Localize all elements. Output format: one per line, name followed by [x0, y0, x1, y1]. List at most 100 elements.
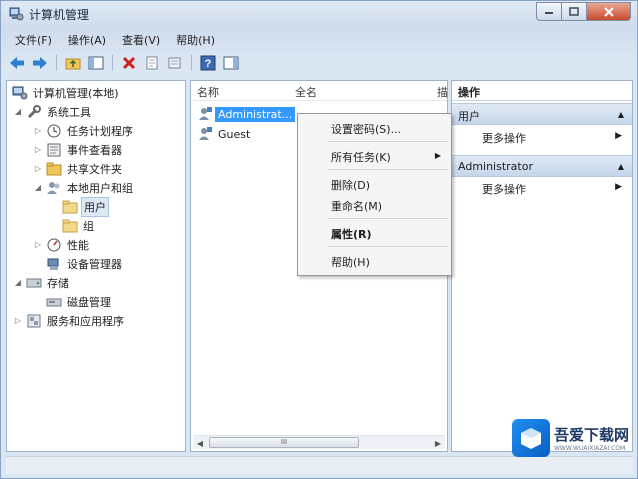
services-icon [26, 313, 42, 329]
tree-item-task-scheduler[interactable]: ▷ 任务计划程序 [33, 121, 135, 140]
toolbar: ? [7, 52, 241, 74]
performance-icon [46, 237, 62, 253]
show-action-pane-icon[interactable] [221, 53, 241, 73]
storage-icon [26, 275, 42, 291]
menu-properties[interactable]: 属性(R) [298, 223, 451, 243]
watermark: 吾爱下载网 WWW.WUAIXIAZAI.COM [512, 418, 634, 458]
submenu-arrow-icon: ▶ [615, 182, 622, 192]
user-name: Guest [218, 127, 251, 141]
expand-triangle-icon[interactable]: ▷ [33, 164, 43, 173]
maximize-button[interactable] [562, 2, 587, 21]
expand-triangle-icon[interactable]: ▷ [13, 316, 23, 325]
menu-view[interactable]: 查看(V) [114, 31, 168, 49]
tree-item-storage[interactable]: ◢ 存储 [13, 273, 71, 292]
menu-action[interactable]: 操作(A) [60, 31, 114, 49]
watermark-url: WWW.WUAIXIAZAI.COM [554, 445, 626, 452]
toolbar-separator [112, 55, 113, 71]
menu-all-tasks[interactable]: 所有任务(K) ▶ [298, 146, 451, 166]
expand-triangle-icon[interactable]: ▷ [33, 145, 43, 154]
tree-item-groups[interactable]: 组 [59, 216, 96, 235]
folder-icon [62, 218, 78, 234]
shared-folder-icon [46, 161, 62, 177]
tree-item-shared-folders[interactable]: ▷ 共享文件夹 [33, 159, 124, 178]
menu-rename[interactable]: 重命名(M) [298, 195, 451, 215]
computer-management-icon [12, 85, 28, 101]
collapse-triangle-icon[interactable]: ◢ [13, 278, 23, 287]
toolbar-separator [191, 55, 192, 71]
submenu-arrow-icon: ▶ [434, 151, 441, 160]
window-controls [536, 2, 631, 21]
minimize-button[interactable] [536, 2, 562, 21]
list-row-administrator[interactable]: Administrat... [195, 105, 296, 123]
up-folder-icon[interactable] [63, 53, 83, 73]
collapse-triangle-icon[interactable]: ◢ [33, 183, 43, 192]
collapse-triangle-icon[interactable]: ◢ [13, 107, 23, 116]
tree-item-users[interactable]: 用户 [59, 196, 109, 217]
disk-icon [46, 294, 62, 310]
tree-item-performance[interactable]: ▷ 性能 [33, 235, 91, 254]
menu-separator [328, 169, 448, 170]
event-viewer-icon [46, 142, 62, 158]
watermark-logo [512, 419, 550, 457]
menu-file[interactable]: 文件(F) [7, 31, 60, 49]
tree-item-local-users-groups[interactable]: ◢ 本地用户和组 [33, 178, 135, 197]
watermark-title: 吾爱下载网 [554, 426, 630, 444]
forward-arrow-icon[interactable] [30, 53, 50, 73]
help-icon[interactable]: ? [198, 53, 218, 73]
column-name[interactable]: 名称 [197, 84, 219, 100]
close-button[interactable] [587, 2, 631, 21]
export-list-icon[interactable] [165, 53, 185, 73]
menu-set-password[interactable]: 设置密码(S)... [298, 118, 451, 138]
menu-separator [328, 246, 448, 247]
submenu-arrow-icon: ▶ [615, 131, 622, 141]
action-section-users[interactable]: 用户 ▲ [452, 103, 632, 125]
action-more-actions-administrator[interactable]: 更多操作 ▶ [452, 178, 632, 198]
tree-item-system-tools[interactable]: ◢ 系统工具 [13, 102, 93, 121]
menu-bar: 文件(F) 操作(A) 查看(V) 帮助(H) [7, 31, 223, 49]
tree-item-device-manager[interactable]: 设备管理器 [43, 254, 124, 273]
toolbar-separator [56, 55, 57, 71]
menu-delete[interactable]: 删除(D) [298, 174, 451, 194]
show-hide-tree-icon[interactable] [86, 53, 106, 73]
list-row-guest[interactable]: Guest [195, 125, 253, 143]
users-icon [46, 180, 62, 196]
computer-management-icon [8, 6, 24, 22]
expand-triangle-icon[interactable]: ▷ [33, 240, 43, 249]
clock-icon [46, 123, 62, 139]
tree-item-disk-management[interactable]: 磁盘管理 [43, 292, 113, 311]
column-full-name[interactable]: 全名 [295, 84, 317, 100]
scroll-left-arrow-icon[interactable]: ◀ [193, 436, 207, 450]
tree-item-event-viewer[interactable]: ▷ 事件查看器 [33, 140, 124, 159]
scroll-thumb[interactable]: III [209, 437, 359, 448]
tree-item-services-apps[interactable]: ▷ 服务和应用程序 [13, 311, 126, 330]
console-tree[interactable]: 计算机管理(本地) ◢ 系统工具 ▷ 任务计划程序 ▷ 事件查看器 ▷ 共享文件… [6, 80, 186, 452]
context-menu: 设置密码(S)... 所有任务(K) ▶ 删除(D) 重命名(M) 属性(R) … [297, 113, 452, 276]
tree-item-root[interactable]: 计算机管理(本地) [9, 83, 121, 102]
user-name: Administrat... [215, 106, 296, 122]
device-manager-icon [46, 256, 62, 272]
delete-icon[interactable] [119, 53, 139, 73]
action-pane-title: 操作 [452, 81, 632, 101]
menu-help[interactable]: 帮助(H) [168, 31, 223, 49]
horizontal-scrollbar[interactable]: ◀ III ▶ [193, 435, 445, 449]
scroll-right-arrow-icon[interactable]: ▶ [431, 436, 445, 450]
window-title: 计算机管理 [29, 8, 90, 22]
title-bar[interactable]: 计算机管理 [1, 1, 637, 27]
status-bar [6, 456, 633, 474]
collapse-up-icon[interactable]: ▲ [618, 110, 624, 119]
column-description[interactable]: 描 [437, 84, 448, 100]
menu-separator [328, 218, 448, 219]
menu-separator [328, 141, 448, 142]
menu-help[interactable]: 帮助(H) [298, 251, 451, 271]
user-icon [197, 106, 213, 122]
action-section-administrator[interactable]: Administrator ▲ [452, 155, 632, 177]
user-icon [197, 126, 213, 142]
tools-icon [26, 104, 42, 120]
column-header: 名称 全名 描 [191, 81, 448, 101]
collapse-up-icon[interactable]: ▲ [618, 162, 624, 171]
expand-triangle-icon[interactable]: ▷ [33, 126, 43, 135]
properties-icon[interactable] [142, 53, 162, 73]
back-arrow-icon[interactable] [7, 53, 27, 73]
action-more-actions-users[interactable]: 更多操作 ▶ [452, 127, 632, 147]
computer-management-window: 计算机管理 文件(F) 操作(A) 查看(V) 帮助(H) ? 计算机管理(本地… [0, 0, 638, 479]
